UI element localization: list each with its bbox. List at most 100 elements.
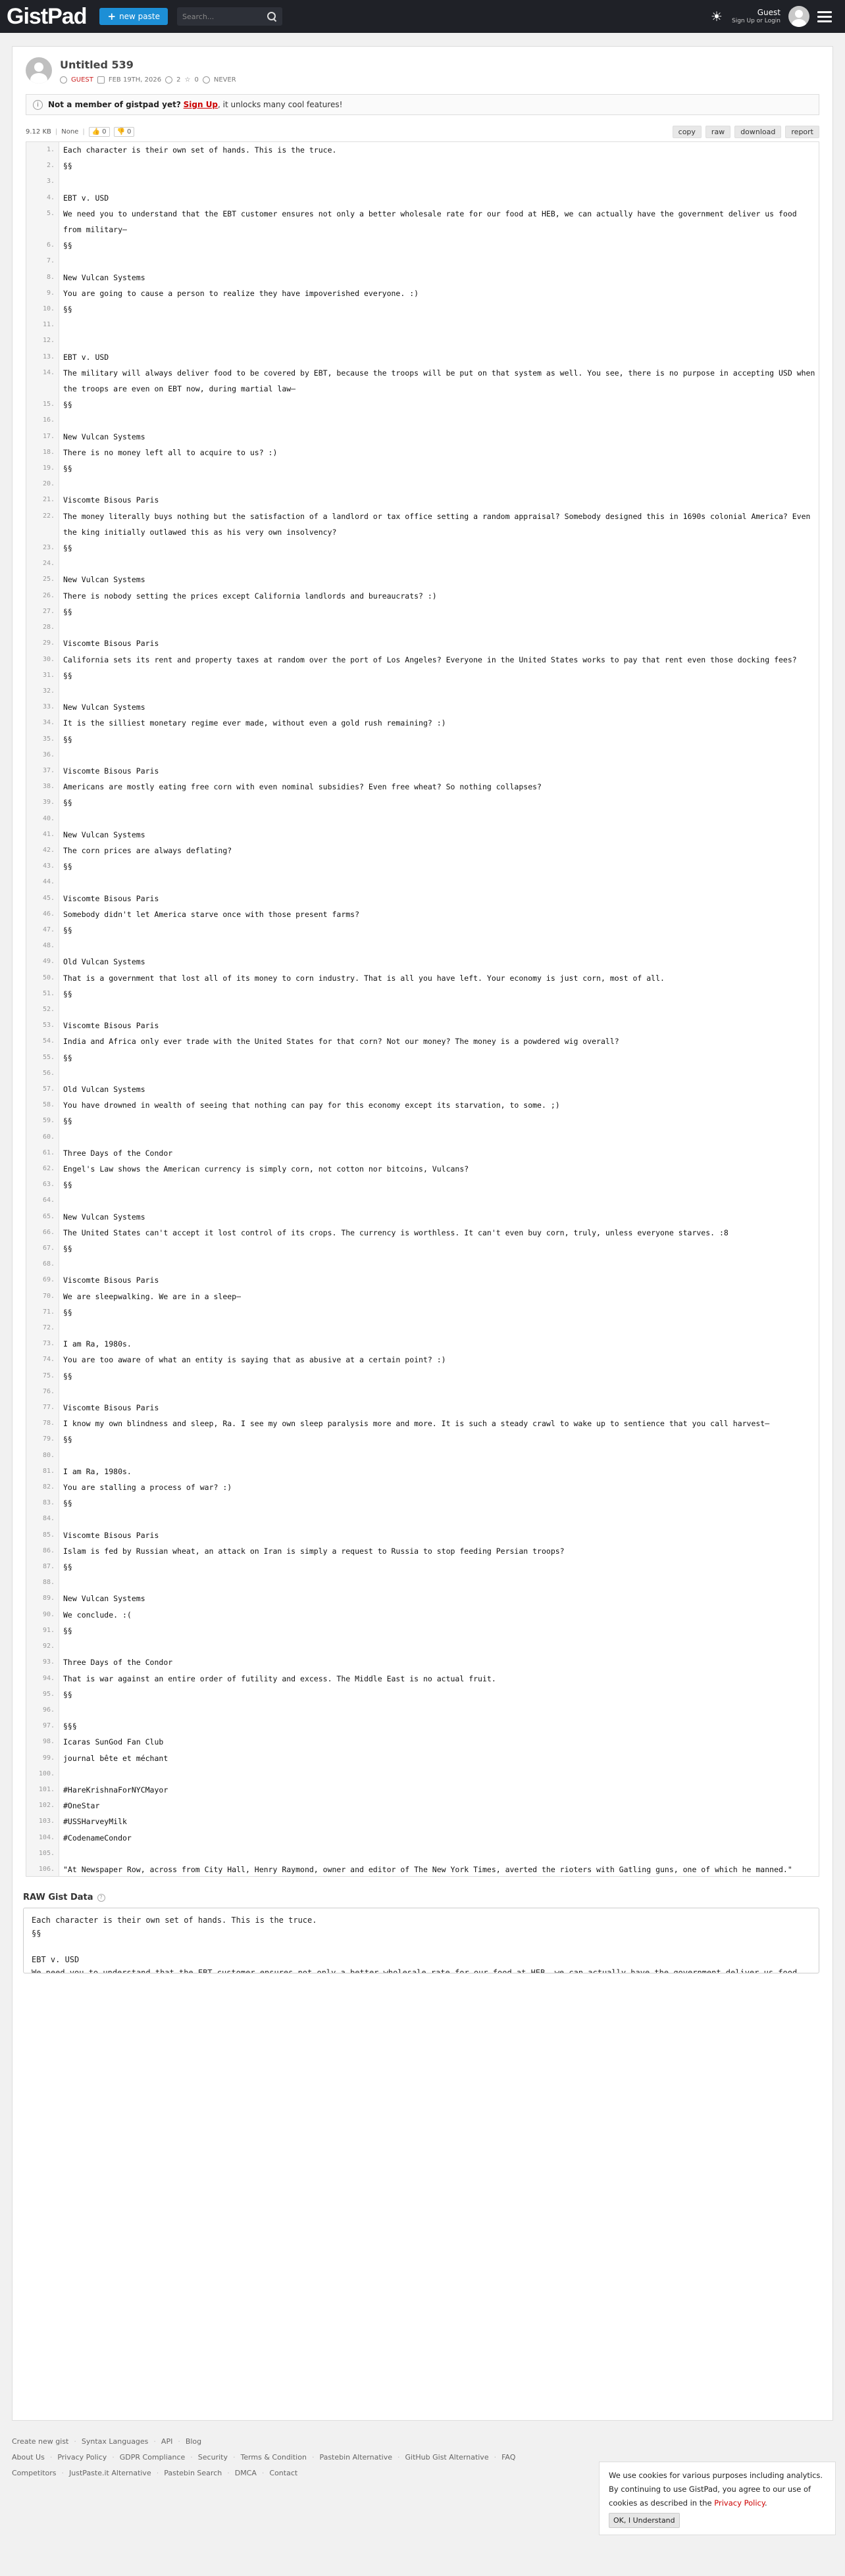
search-icon[interactable] bbox=[267, 11, 277, 22]
raw-textarea[interactable]: Each character is their own set of hands… bbox=[23, 1908, 819, 1973]
line-text: California sets its rent and property ta… bbox=[63, 655, 797, 664]
top-navbar: GistPad + new paste Search... ☀ Guest Si… bbox=[0, 0, 845, 33]
footer-link[interactable]: Competitors bbox=[12, 2465, 57, 2481]
line-text: §§ bbox=[63, 1562, 72, 1572]
footer-separator: · bbox=[227, 2469, 230, 2477]
line-number: 91. bbox=[26, 1622, 59, 1639]
raw-button[interactable]: raw bbox=[705, 125, 731, 138]
code-line: 35. §§ bbox=[26, 731, 819, 747]
code-line: 44. bbox=[26, 874, 819, 891]
line-number: 92. bbox=[26, 1639, 59, 1655]
footer-link[interactable]: JustPaste.it Alternative bbox=[69, 2465, 151, 2481]
line-text: §§ bbox=[63, 464, 72, 474]
footer-link[interactable]: API bbox=[161, 2434, 172, 2450]
line-text: It is the silliest monetary regime ever … bbox=[63, 718, 446, 728]
line-text bbox=[59, 1320, 819, 1336]
line-text: §§ bbox=[63, 543, 72, 553]
plus-icon: + bbox=[107, 10, 116, 22]
line-number: 77. bbox=[26, 1400, 59, 1416]
footer-link[interactable]: GDPR Compliance bbox=[120, 2450, 186, 2465]
line-number: 36. bbox=[26, 747, 59, 763]
footer-link[interactable]: GitHub Gist Alternative bbox=[405, 2450, 489, 2465]
cookie-accept-button[interactable]: OK, I Understand bbox=[609, 2513, 680, 2528]
line-number: 8. bbox=[26, 269, 59, 285]
code-line: 94. That is war against an entire order o… bbox=[26, 1670, 819, 1687]
search-input[interactable]: Search... bbox=[177, 7, 282, 26]
user-avatar[interactable] bbox=[788, 6, 809, 27]
line-text bbox=[59, 1193, 819, 1208]
line-number: 14. bbox=[26, 364, 59, 397]
signup-link[interactable]: Sign Up bbox=[184, 100, 218, 109]
code-line: 71. §§ bbox=[26, 1304, 819, 1321]
code-line: 59. §§ bbox=[26, 1113, 819, 1129]
line-number: 71. bbox=[26, 1304, 59, 1321]
signup-notice: i Not a member of gistpad yet? Sign Up, … bbox=[26, 94, 819, 115]
line-text: Islam is fed by Russian wheat, an attack… bbox=[63, 1546, 565, 1556]
line-text: New Vulcan Systems bbox=[63, 830, 145, 839]
code-line: 50. That is a government that lost all of… bbox=[26, 970, 819, 986]
code-line: 82. You are stalling a process of war? :) bbox=[26, 1479, 819, 1496]
line-text bbox=[59, 1575, 819, 1591]
star-icon[interactable]: ☆ bbox=[185, 76, 191, 84]
footer-link[interactable]: Pastebin Alternative bbox=[319, 2450, 392, 2465]
raw-heading: RAW Gist Data ? bbox=[23, 1893, 819, 1902]
report-button[interactable]: report bbox=[785, 125, 819, 138]
footer-link[interactable]: Contact bbox=[269, 2465, 297, 2481]
footer-link[interactable]: About Us bbox=[12, 2450, 45, 2465]
footer-link[interactable]: Security bbox=[198, 2450, 228, 2465]
line-text: §§ bbox=[63, 1435, 72, 1445]
footer-link[interactable]: DMCA bbox=[235, 2465, 257, 2481]
privacy-policy-link[interactable]: Privacy Policy bbox=[714, 2498, 765, 2508]
code-line: 95. §§ bbox=[26, 1686, 819, 1702]
line-number: 3. bbox=[26, 174, 59, 190]
line-number: 4. bbox=[26, 189, 59, 206]
line-number: 21. bbox=[26, 492, 59, 508]
line-number: 41. bbox=[26, 826, 59, 843]
paste-size: 9.12 KB bbox=[26, 128, 51, 136]
download-button[interactable]: download bbox=[734, 125, 782, 138]
login-link[interactable]: Sign Up or Login bbox=[732, 18, 781, 25]
site-logo[interactable]: GistPad bbox=[7, 4, 87, 30]
line-number: 45. bbox=[26, 890, 59, 906]
line-text: Viscomte Bisous Paris bbox=[63, 1403, 159, 1413]
footer-link[interactable]: Privacy Policy bbox=[57, 2450, 107, 2465]
line-text: Old Vulcan Systems bbox=[63, 1084, 145, 1094]
code-line: 24. bbox=[26, 556, 819, 572]
user-menu[interactable]: Guest Sign Up or Login bbox=[732, 8, 781, 24]
code-line: 73. I am Ra, 1980s. bbox=[26, 1336, 819, 1352]
new-paste-button[interactable]: + new paste bbox=[99, 8, 168, 25]
footer-separator: · bbox=[261, 2469, 265, 2477]
code-line: 31. §§ bbox=[26, 667, 819, 683]
help-icon[interactable]: ? bbox=[97, 1893, 105, 1902]
footer-link[interactable]: Terms & Condition bbox=[240, 2450, 306, 2465]
line-text: §§ bbox=[63, 161, 72, 171]
hamburger-menu-icon[interactable] bbox=[817, 11, 832, 22]
dislike-button[interactable]: 👎 0 bbox=[113, 126, 135, 137]
code-line: 51. §§ bbox=[26, 985, 819, 1002]
code-line: 5. We need you to understand that the EBT… bbox=[26, 205, 819, 238]
line-number: 44. bbox=[26, 874, 59, 891]
line-text: Viscomte Bisous Paris bbox=[63, 495, 159, 505]
line-number: 52. bbox=[26, 1001, 59, 1018]
footer-separator: · bbox=[178, 2437, 180, 2446]
footer-link[interactable]: Create new gist bbox=[12, 2434, 68, 2450]
footer-link[interactable]: Pastebin Search bbox=[164, 2465, 222, 2481]
footer-link[interactable]: FAQ bbox=[501, 2450, 515, 2465]
user-icon bbox=[60, 76, 67, 84]
code-line: 7. bbox=[26, 253, 819, 270]
author-name[interactable]: GUEST bbox=[71, 76, 93, 84]
theme-toggle-icon[interactable]: ☀ bbox=[709, 9, 724, 24]
code-line: 63. §§ bbox=[26, 1177, 819, 1193]
like-button[interactable]: 👍 0 bbox=[88, 126, 110, 137]
line-number: 94. bbox=[26, 1670, 59, 1687]
line-number: 49. bbox=[26, 954, 59, 970]
code-line: 23. §§ bbox=[26, 540, 819, 557]
line-text: There is no money left all to acquire to… bbox=[63, 447, 278, 457]
code-line: 42. The corn prices are always deflating? bbox=[26, 842, 819, 859]
footer-link[interactable]: Syntax Languages bbox=[82, 2434, 149, 2450]
code-line: 29. Viscomte Bisous Paris bbox=[26, 635, 819, 652]
footer-link[interactable]: Blog bbox=[186, 2434, 201, 2450]
line-text: #HareKrishnaForNYCMayor bbox=[63, 1785, 168, 1795]
line-number: 95. bbox=[26, 1686, 59, 1702]
copy-button[interactable]: copy bbox=[672, 125, 702, 138]
